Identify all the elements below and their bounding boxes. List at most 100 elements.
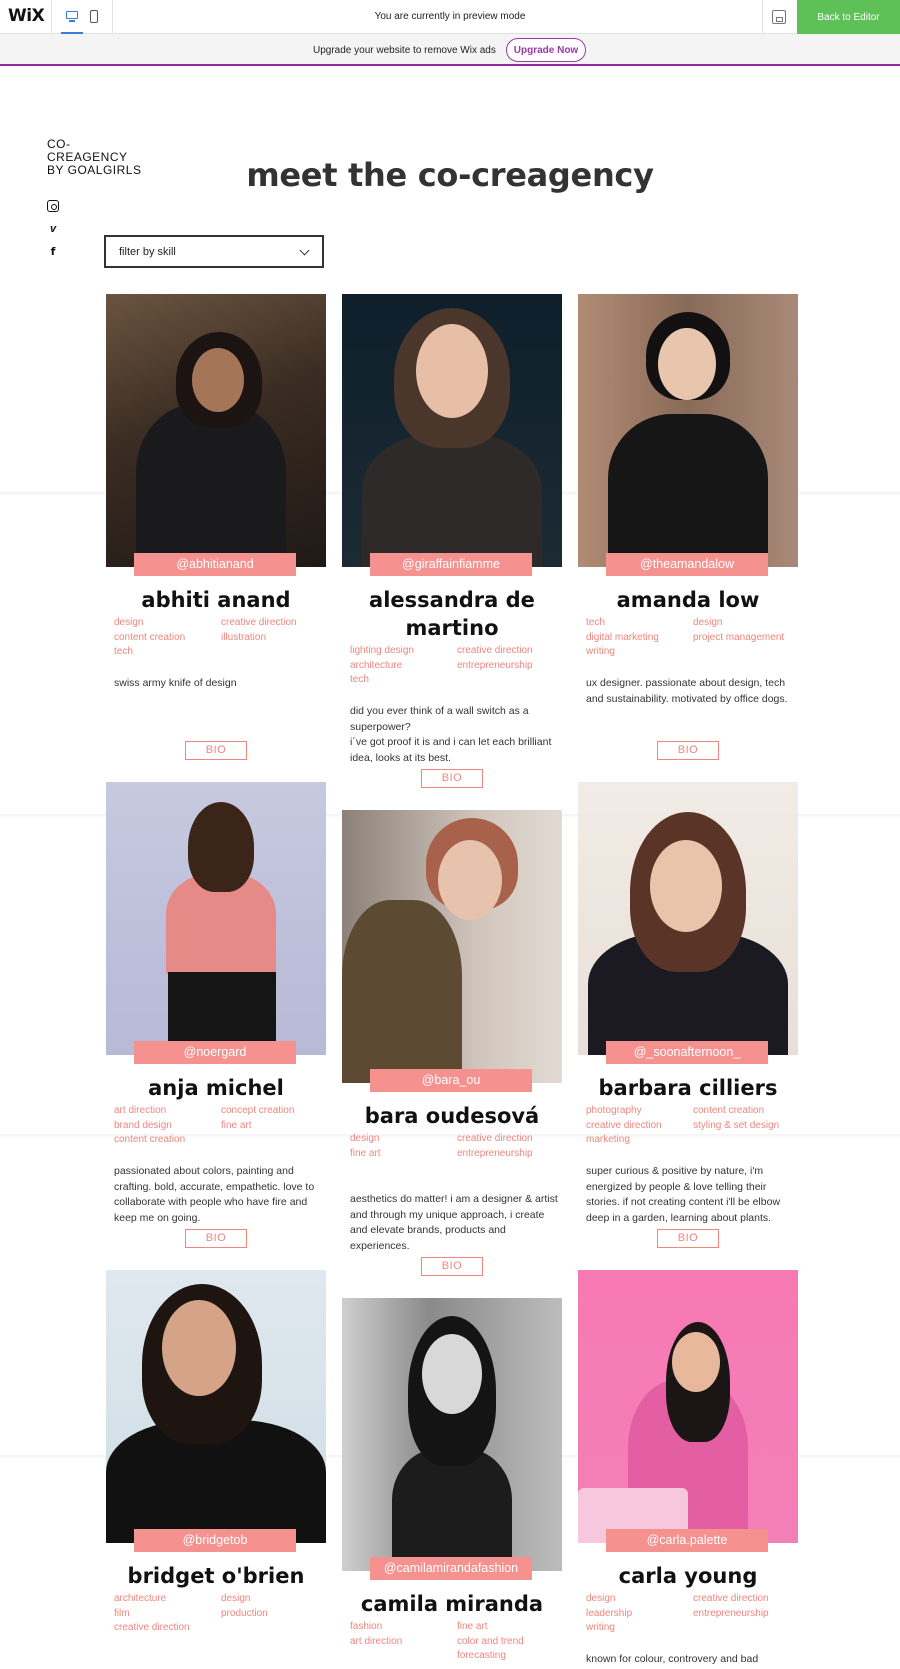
- skill-tag: film: [114, 1607, 130, 1619]
- member-name: bridget o'brien: [127, 1564, 305, 1588]
- member-description: passionated about colors, painting and c…: [114, 1165, 315, 1224]
- preview-mode-text: You are currently in preview mode: [374, 11, 526, 22]
- member-photo[interactable]: [578, 294, 798, 567]
- filter-label: filter by skill: [119, 246, 176, 258]
- skill-tag: photography: [586, 1105, 642, 1116]
- skill-tag: illustration: [221, 631, 267, 643]
- skill-tag: styling & set design: [693, 1119, 780, 1131]
- site-logo[interactable]: CO- CREAGENCY BY GOALGIRLS: [47, 138, 141, 177]
- skill-tag: entrepreneurship: [693, 1607, 769, 1619]
- skill-list: architecture design film production crea…: [114, 1592, 326, 1636]
- bio-button[interactable]: BIO: [185, 1229, 247, 1248]
- instagram-handle[interactable]: @carla.palette: [606, 1529, 768, 1552]
- skill-tag: color and trend forecasting: [457, 1635, 524, 1662]
- member-photo[interactable]: [578, 782, 798, 1055]
- skill-tag: entrepreneurship: [457, 1147, 533, 1159]
- skill-tag: content creation: [693, 1105, 765, 1116]
- skill-tag: creative direction: [114, 1622, 190, 1633]
- bio-button[interactable]: BIO: [657, 741, 719, 760]
- skill-tag: creative direction: [586, 1119, 662, 1131]
- member-photo[interactable]: [106, 782, 326, 1055]
- skill-tag: architecture: [350, 659, 403, 671]
- member-description: known for colour, controvery and bad: [586, 1653, 759, 1665]
- member-name: amanda low: [616, 588, 760, 612]
- skill-tag: writing: [586, 1622, 615, 1633]
- skill-filter-dropdown[interactable]: filter by skill: [104, 235, 324, 268]
- skill-tag: leadership: [586, 1607, 633, 1619]
- skill-tag: fine art: [221, 1119, 252, 1131]
- skill-tag: content creation: [114, 1134, 186, 1145]
- logo-line: BY GOALGIRLS: [47, 163, 142, 177]
- member-name: camila miranda: [360, 1592, 544, 1616]
- member-photo[interactable]: [342, 1298, 562, 1571]
- bio-button[interactable]: BIO: [657, 1229, 719, 1248]
- skill-tag: design: [693, 617, 723, 628]
- chevron-down-icon: [299, 245, 310, 256]
- skill-tag: art direction: [114, 1105, 167, 1116]
- save-icon[interactable]: [772, 10, 786, 24]
- member-photo[interactable]: [106, 1270, 326, 1543]
- member-photo[interactable]: [342, 294, 562, 567]
- member-description: did you ever think of a wall switch as a…: [350, 705, 552, 764]
- instagram-handle[interactable]: @theamandalow: [606, 553, 768, 576]
- skill-tag: design: [221, 1593, 251, 1604]
- skill-tag: entrepreneurship: [457, 659, 533, 671]
- instagram-handle[interactable]: @camilamirandafashion: [370, 1557, 532, 1580]
- instagram-handle[interactable]: @bridgetob: [134, 1529, 296, 1552]
- skill-tag: content creation: [114, 631, 186, 643]
- member-name: bara oudesová: [364, 1104, 540, 1128]
- instagram-handle[interactable]: @abhitianand: [134, 553, 296, 576]
- instagram-handle[interactable]: @_soonafternoon_: [606, 1041, 768, 1064]
- skill-list: lighting design creative direction archi…: [350, 644, 562, 688]
- skill-list: design creative direction fine art entre…: [350, 1132, 562, 1161]
- member-photo[interactable]: [106, 294, 326, 567]
- skill-list: tech design digital marketing project ma…: [586, 616, 798, 660]
- skill-tag: creative direction: [457, 645, 533, 656]
- bio-button[interactable]: BIO: [421, 769, 483, 788]
- upgrade-text: Upgrade your website to remove Wix ads: [313, 45, 496, 56]
- member-photo[interactable]: [342, 810, 562, 1083]
- member-description: swiss army knife of design: [114, 677, 237, 689]
- instagram-handle[interactable]: @bara_ou: [370, 1069, 532, 1092]
- skill-tag: tech: [586, 617, 605, 628]
- skill-tag: fashion: [350, 1621, 383, 1632]
- skill-tag: digital marketing: [586, 631, 659, 643]
- instagram-icon[interactable]: [47, 200, 59, 212]
- instagram-handle[interactable]: @giraffainfiamme: [370, 553, 532, 576]
- page-title: meet the co-creagency: [246, 156, 654, 194]
- skill-tag: fine art: [350, 1147, 381, 1159]
- skill-tag: architecture: [114, 1593, 167, 1604]
- skill-list: fashion fine art art direction color and…: [350, 1620, 562, 1664]
- member-name: carla young: [618, 1564, 758, 1588]
- wix-preview-bar: WiX You are currently in preview mode Ba…: [0, 0, 900, 34]
- skill-tag: art direction: [350, 1635, 403, 1647]
- skill-tag: lighting design: [350, 645, 414, 656]
- member-name: abhiti anand: [141, 588, 291, 612]
- skill-tag: creative direction: [221, 617, 297, 628]
- skill-tag: brand design: [114, 1119, 172, 1131]
- skill-tag: project management: [693, 631, 785, 643]
- member-description: super curious & positive by nature, i'm …: [586, 1165, 781, 1224]
- member-photo[interactable]: [578, 1270, 798, 1543]
- upgrade-now-button[interactable]: Upgrade Now: [506, 38, 586, 62]
- member-description: aesthetics do matter! i am a designer & …: [350, 1193, 558, 1252]
- divider: [762, 0, 763, 34]
- skill-tag: design: [350, 1133, 380, 1144]
- instagram-handle[interactable]: @noergard: [134, 1041, 296, 1064]
- member-name: alessandra de martino: [369, 588, 535, 640]
- skill-tag: tech: [350, 674, 369, 685]
- bio-button[interactable]: BIO: [185, 741, 247, 760]
- skill-tag: creative direction: [693, 1593, 769, 1604]
- bio-button[interactable]: BIO: [421, 1257, 483, 1276]
- upgrade-banner: Upgrade your website to remove Wix ads U…: [0, 34, 900, 66]
- back-to-editor-button[interactable]: Back to Editor: [797, 0, 900, 34]
- skill-list: design creative direction content creati…: [114, 616, 326, 660]
- member-name: barbara cilliers: [598, 1076, 778, 1100]
- facebook-icon[interactable]: f: [47, 246, 59, 258]
- vimeo-icon[interactable]: v: [47, 223, 59, 235]
- member-name: anja michel: [148, 1076, 284, 1100]
- skill-tag: design: [586, 1593, 616, 1604]
- skill-list: art direction concept creation brand des…: [114, 1104, 326, 1148]
- skill-tag: writing: [586, 646, 615, 657]
- skill-list: photography content creation creative di…: [586, 1104, 798, 1148]
